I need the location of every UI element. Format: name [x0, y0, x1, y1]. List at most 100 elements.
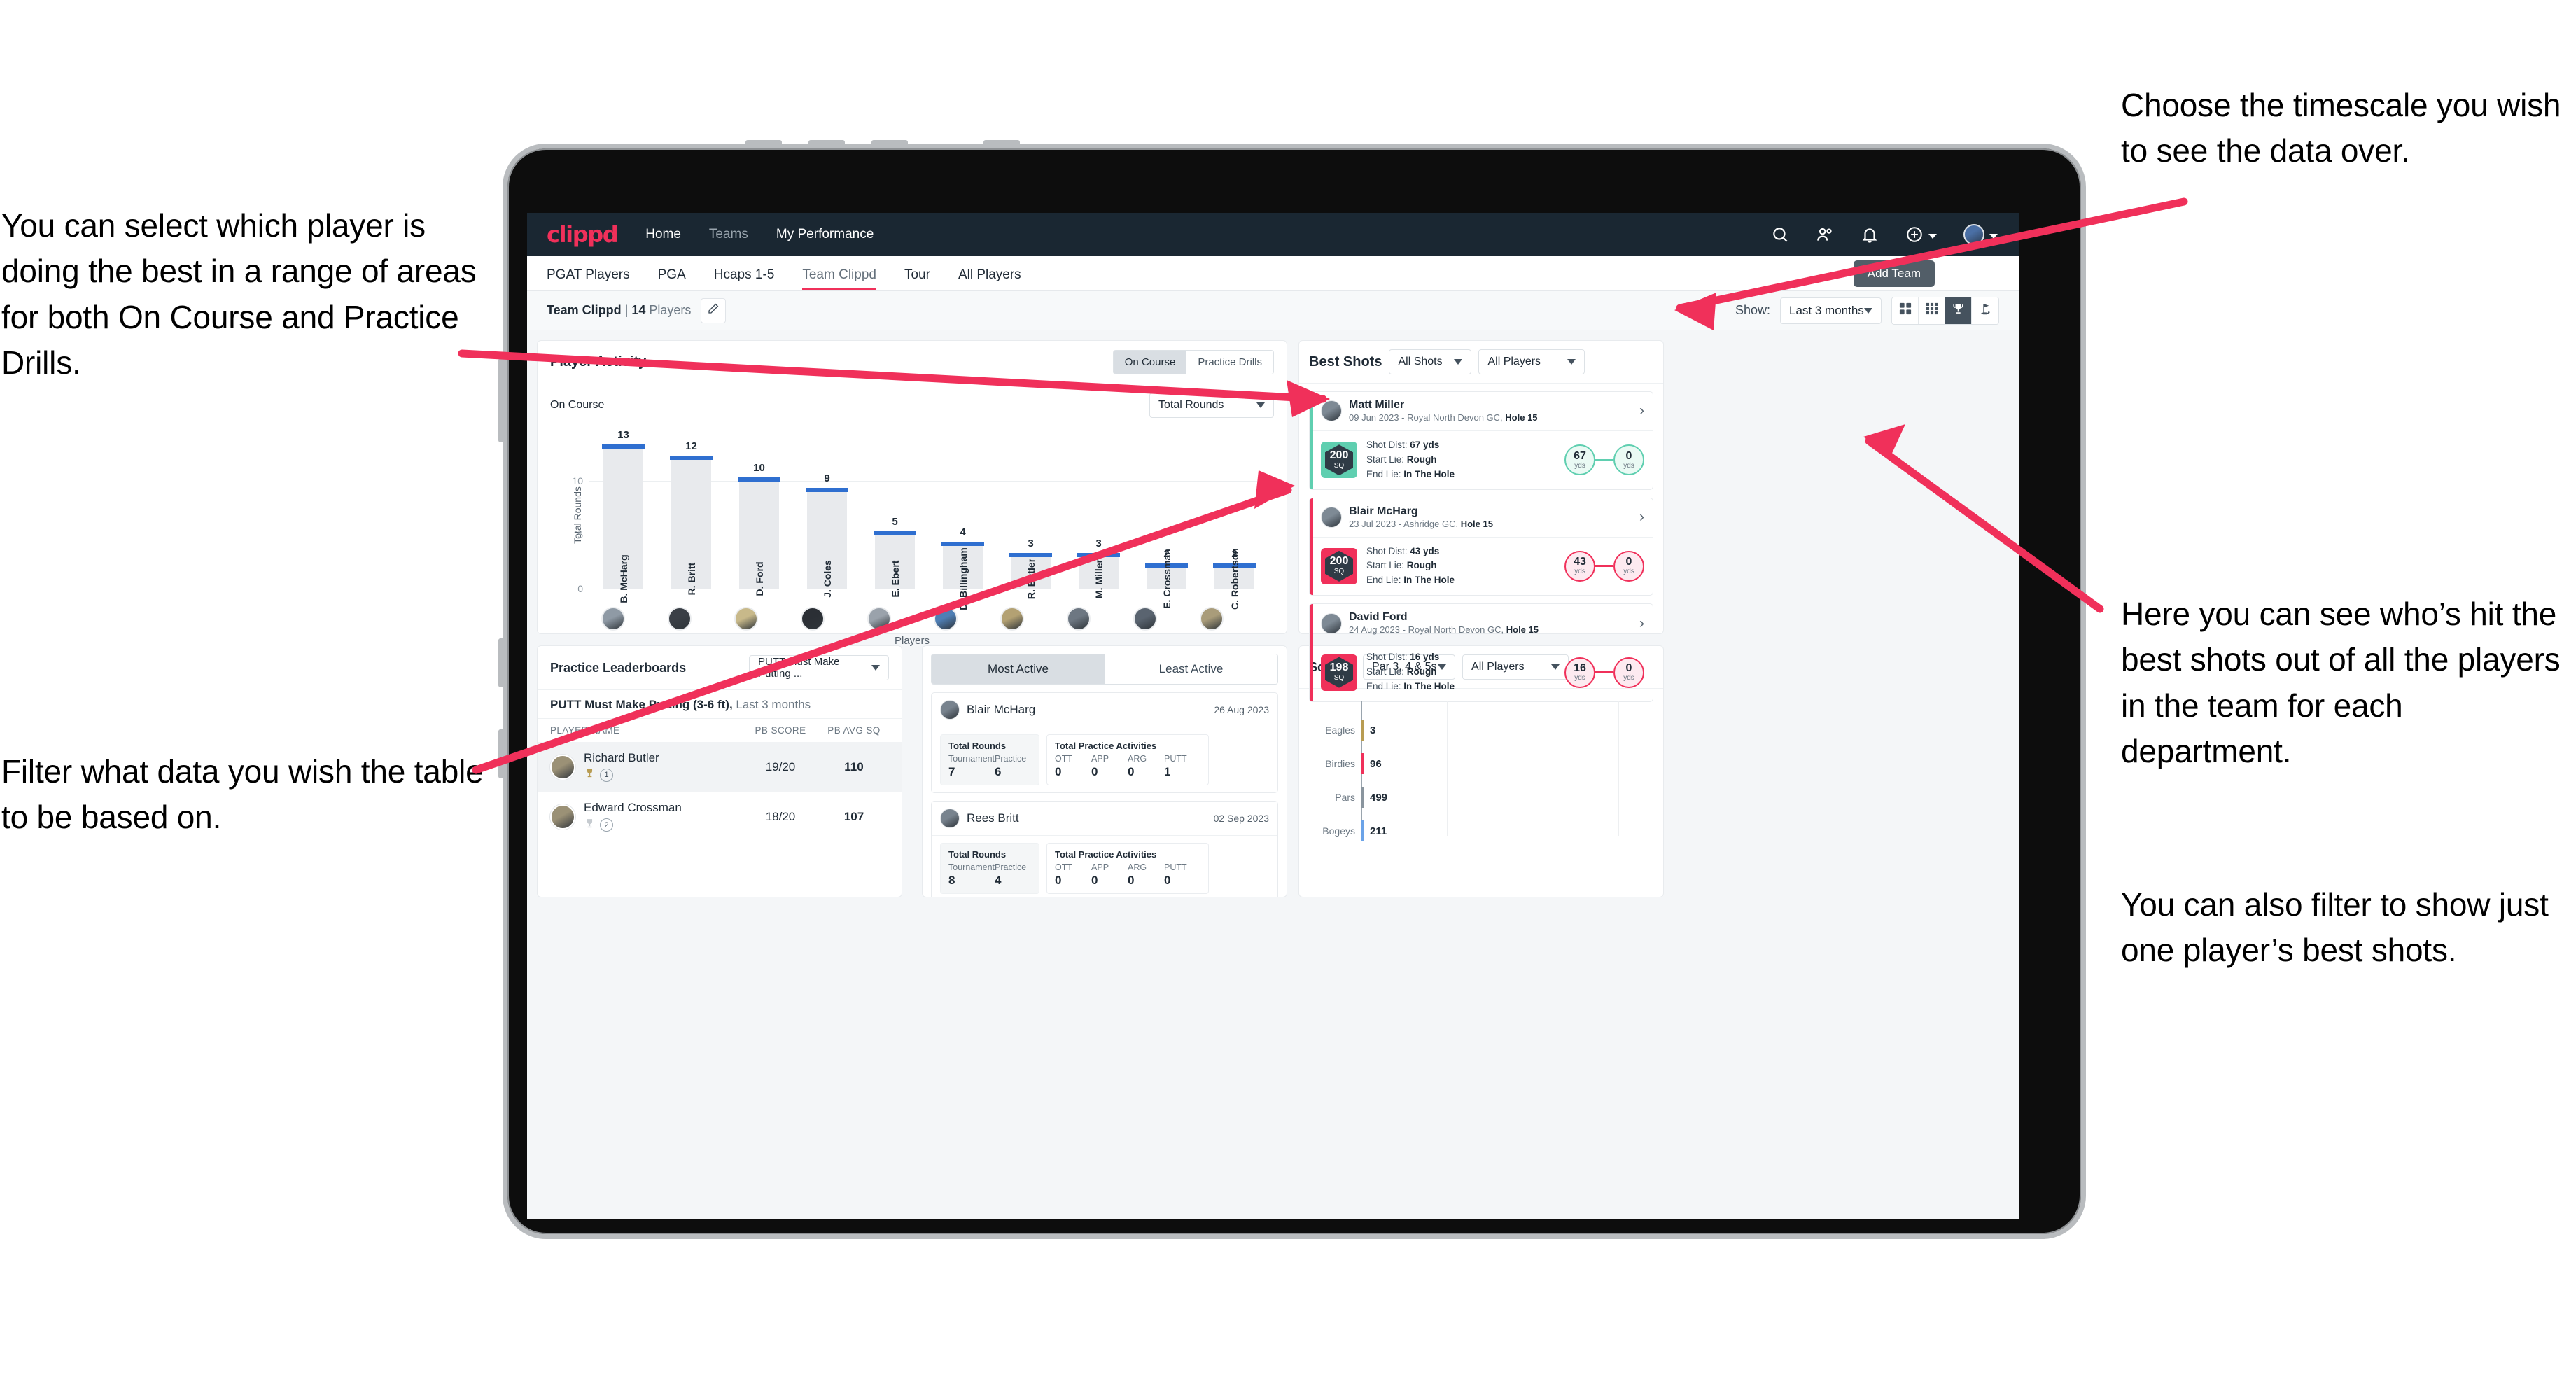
stat-column: Practice 4	[995, 862, 1031, 888]
bar-group[interactable]: 2 E. Crossman	[1133, 438, 1200, 609]
bar[interactable]: C. Robertson	[1213, 548, 1256, 610]
scoring-bar-group[interactable]: Pars 499	[1335, 787, 1387, 808]
player-avatar[interactable]	[800, 607, 825, 631]
activity-tabs: Most Active Least Active	[931, 654, 1278, 685]
bar[interactable]: M. Miller	[1077, 552, 1121, 598]
distance-from: 67 yds	[1564, 444, 1595, 476]
scoring-bar-group[interactable]: Bogeys 211	[1322, 820, 1387, 841]
bar-group[interactable]: 13 B. McHarg	[589, 429, 657, 603]
side-button-2[interactable]	[498, 638, 505, 687]
stat-key: APP	[1091, 754, 1110, 764]
bar[interactable]: J. Coles	[806, 488, 849, 598]
player-avatar[interactable]	[933, 607, 958, 631]
leaderboard-pb-avg-sq: 107	[844, 810, 864, 824]
metric-select[interactable]: Total Rounds	[1149, 393, 1274, 418]
practice-leaderboards-card: Practice Leaderboards PUTT Must Make Put…	[537, 645, 902, 897]
player-avatar[interactable]	[1066, 607, 1091, 631]
tab-least-active[interactable]: Least Active	[1105, 654, 1278, 684]
search-icon[interactable]	[1771, 225, 1789, 244]
player-avatar[interactable]	[867, 607, 891, 631]
bar-group[interactable]: 3 M. Miller	[1065, 438, 1133, 598]
drill-select[interactable]: PUTT Must Make Putting ...	[749, 655, 889, 680]
practice-activities-title: Total Practice Activities	[1055, 849, 1157, 860]
best-shots-player-filter[interactable]: All Players	[1478, 349, 1586, 374]
volume-button-3[interactable]	[872, 140, 908, 148]
tab-tour[interactable]: Tour	[904, 267, 930, 290]
best-shot-player: Blair McHarg	[1349, 505, 1418, 517]
bar[interactable]: R. Butler	[1009, 552, 1053, 599]
leaderboard-row[interactable]: Richard Butler 1 19/20 110	[538, 742, 902, 792]
bar-group[interactable]: 5 E. Ebert	[861, 438, 929, 597]
bar-group[interactable]: 4 D. Billingham	[929, 438, 997, 610]
best-shot-card[interactable]: Matt Miller 09 Jun 2023 - Royal North Dev…	[1309, 391, 1653, 490]
player-filter-value: All Players	[1488, 356, 1541, 368]
best-shot-body: 200 SQ Shot Dist: 67 yds Start Lie: Rough En…	[1310, 431, 1653, 489]
scoring-bar-group[interactable]: Eagles 3	[1325, 720, 1376, 741]
view-toggle-golf-flag[interactable]	[1972, 297, 1998, 324]
plus-circle-menu[interactable]	[1905, 225, 1937, 244]
activity-card-item[interactable]: Blair McHarg 26 Aug 2023 Total Rounds Tourn…	[931, 692, 1278, 793]
view-toggle-grid-4[interactable]	[1892, 297, 1919, 324]
player-avatar[interactable]	[734, 607, 758, 631]
practice-activities-cols: OTT 0 APP 0 ARG 0 PUTT 0	[1055, 862, 1200, 888]
bar-group[interactable]: 3 R. Butler	[997, 438, 1065, 599]
bar-category-label: D. Billingham	[957, 547, 969, 610]
segment-on-course[interactable]: On Course	[1113, 351, 1187, 374]
bar-group[interactable]: 12 R. Britt	[657, 438, 725, 595]
tab-team-clippd[interactable]: Team Clippd	[802, 267, 876, 290]
best-shot-card[interactable]: Blair McHarg 23 Jul 2023 - Ashridge GC, H…	[1309, 497, 1653, 596]
bar[interactable]: D. Ford	[738, 477, 781, 596]
activity-card-item[interactable]: Rees Britt 02 Sep 2023 Total Rounds Tournam…	[931, 801, 1278, 897]
people-icon[interactable]	[1816, 225, 1834, 244]
side-button-3[interactable]	[498, 729, 505, 778]
view-toggle-grid-9[interactable]	[1919, 297, 1945, 324]
chevron-right-icon[interactable]: ›	[1639, 615, 1644, 632]
bar[interactable]: R. Britt	[670, 455, 713, 595]
stat-key: ARG	[1128, 754, 1147, 764]
chevron-right-icon[interactable]: ›	[1639, 509, 1644, 526]
stat-column: APP 0	[1091, 754, 1128, 779]
player-avatar[interactable]	[1133, 607, 1157, 631]
clippd-logo[interactable]: clippd	[547, 221, 619, 248]
grid-9-icon	[1926, 302, 1938, 318]
bar[interactable]: E. Ebert	[874, 531, 917, 597]
bar[interactable]: E. Crossman	[1145, 549, 1189, 609]
tab-pgat-players[interactable]: PGAT Players	[547, 267, 630, 290]
tab-all-players[interactable]: All Players	[958, 267, 1021, 290]
tab-most-active[interactable]: Most Active	[932, 654, 1105, 684]
leaderboard-row[interactable]: Edward Crossman 2 18/20 107	[538, 792, 902, 841]
bar-group[interactable]: 9 J. Coles	[793, 438, 861, 598]
player-avatar[interactable]	[667, 607, 692, 631]
best-shot-meta: 09 Jun 2023 - Royal North Devon GC, Hole…	[1349, 412, 1538, 424]
best-shot-card[interactable]: David Ford 24 Aug 2023 - Royal North Devo…	[1309, 603, 1653, 702]
power-button[interactable]	[983, 140, 1020, 148]
tab-hcaps-1-5[interactable]: Hcaps 1-5	[714, 267, 775, 290]
bar[interactable]: B. McHarg	[602, 444, 645, 603]
user-menu[interactable]	[1963, 224, 1998, 245]
player-avatar[interactable]	[1199, 607, 1224, 631]
timescale-select[interactable]: Last 3 months	[1780, 297, 1882, 324]
volume-button-2[interactable]	[808, 140, 845, 148]
edit-team-button[interactable]	[701, 298, 727, 323]
side-button-1[interactable]	[498, 358, 505, 442]
nav-link-my-performance[interactable]: My Performance	[776, 227, 874, 242]
y-tick-label: 5	[578, 528, 583, 540]
nav-link-teams[interactable]: Teams	[709, 227, 748, 242]
tab-pga[interactable]: PGA	[658, 267, 686, 290]
bar[interactable]: D. Billingham	[941, 542, 985, 610]
bar-group[interactable]: 10 D. Ford	[725, 438, 793, 596]
player-avatar[interactable]	[1000, 607, 1024, 631]
segment-practice-drills[interactable]: Practice Drills	[1186, 351, 1273, 374]
stat-column: OTT 0	[1055, 754, 1091, 779]
best-shots-shot-filter[interactable]: All Shots	[1389, 349, 1472, 374]
volume-button-1[interactable]	[746, 140, 782, 148]
bell-icon[interactable]	[1861, 225, 1879, 244]
stat-key: ARG	[1128, 862, 1147, 872]
nav-link-home[interactable]: Home	[645, 227, 681, 242]
view-toggle-trophy[interactable]	[1945, 297, 1972, 324]
chevron-right-icon[interactable]: ›	[1639, 402, 1644, 419]
scoring-bar-group[interactable]: Birdies 96	[1325, 753, 1382, 774]
shot-filter-value: All Shots	[1398, 356, 1443, 368]
bar-group[interactable]: 2 C. Robertson	[1200, 438, 1268, 610]
player-avatar[interactable]	[601, 607, 625, 631]
